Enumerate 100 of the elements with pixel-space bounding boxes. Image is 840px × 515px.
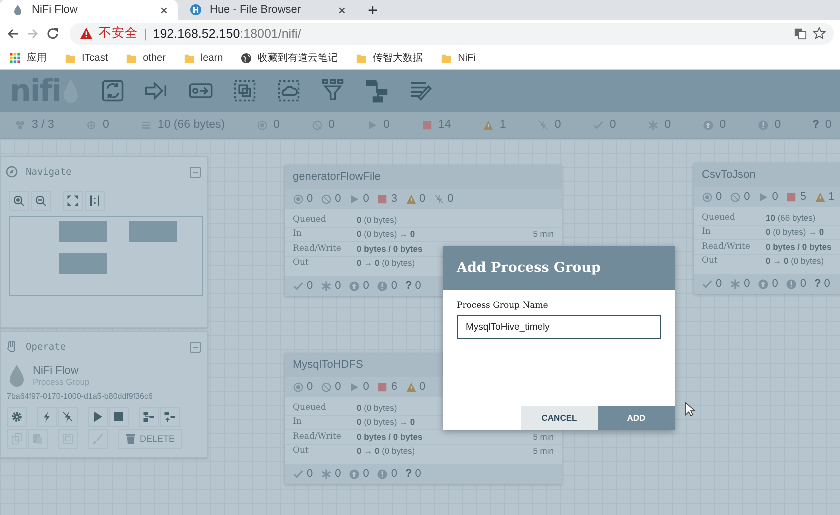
group-icon bbox=[62, 433, 74, 445]
stat-label: Out bbox=[702, 256, 719, 266]
reload-icon[interactable] bbox=[46, 26, 60, 40]
check-icon bbox=[293, 468, 304, 480]
stat-count: 0 bbox=[363, 280, 370, 292]
stat-value: 0 (0 bytes) → 0 bbox=[357, 229, 416, 240]
play-icon bbox=[92, 411, 104, 423]
status-count: 3 / 3 bbox=[32, 119, 54, 131]
stop-icon bbox=[786, 192, 798, 202]
up-arrow-icon bbox=[349, 468, 360, 480]
translate-icon[interactable] bbox=[794, 27, 807, 40]
stat-value: 0 → 0 (0 bytes) bbox=[357, 258, 416, 268]
bookmark-link[interactable]: 应用 bbox=[27, 51, 47, 65]
fit-button[interactable] bbox=[63, 191, 83, 211]
upload-template-button[interactable] bbox=[160, 407, 180, 427]
error-icon bbox=[758, 120, 769, 130]
up-arrow-icon bbox=[349, 280, 360, 292]
disabled-icon bbox=[538, 120, 549, 130]
transmitting-icon bbox=[256, 120, 268, 130]
group-title: generatorFlowFile bbox=[293, 171, 382, 183]
lightning-button[interactable] bbox=[37, 407, 57, 427]
stat-value: 0 bytes / 0 bytes bbox=[766, 242, 832, 252]
drop-icon bbox=[12, 4, 24, 16]
address-separator: | bbox=[144, 26, 148, 40]
name-input-field[interactable]: MysqlToHive_timely bbox=[457, 315, 661, 339]
status-count: 14 bbox=[438, 119, 452, 131]
template-icon[interactable] bbox=[364, 78, 390, 104]
asterisk-icon bbox=[321, 468, 332, 480]
cancel-button[interactable]: CANCEL bbox=[521, 406, 598, 430]
browser-tab[interactable]: Hue - File Browser × bbox=[178, 0, 356, 20]
bookmark-link[interactable]: ITcast bbox=[82, 52, 108, 64]
stat-count: 0 bbox=[363, 468, 370, 480]
stat-count: 0 bbox=[415, 280, 422, 292]
stat-label: Out bbox=[293, 258, 310, 268]
stat-value: 0 (0 bytes) → 0 bbox=[766, 227, 824, 238]
url-text: 192.168.52.150:18001/nifi/ bbox=[153, 26, 302, 40]
drop-icon bbox=[7, 364, 27, 388]
stat-count: 0 bbox=[335, 280, 342, 292]
bookmark-link[interactable]: learn bbox=[200, 52, 224, 64]
disable-icon bbox=[62, 411, 74, 423]
disable-button[interactable] bbox=[58, 407, 78, 427]
address-bar[interactable]: 不安全 | 192.168.52.150:18001/nifi/ bbox=[70, 22, 834, 44]
play-icon bbox=[349, 194, 360, 204]
trash-icon bbox=[125, 433, 137, 445]
gear-button[interactable] bbox=[7, 407, 27, 427]
stat-count: 1 bbox=[828, 191, 835, 203]
cluster-icon bbox=[15, 120, 26, 130]
stat-label: Out bbox=[293, 446, 310, 456]
status-count: 0 bbox=[384, 119, 390, 131]
template-button[interactable] bbox=[139, 407, 159, 427]
remote-group-icon[interactable] bbox=[276, 78, 302, 104]
processor-icon[interactable] bbox=[100, 78, 126, 104]
bookmark-link[interactable]: NiFi bbox=[458, 52, 476, 64]
error-icon bbox=[377, 468, 388, 480]
group-name: NiFi Flow bbox=[33, 365, 80, 377]
process-group-icon[interactable] bbox=[232, 78, 258, 104]
actual-size-button[interactable] bbox=[85, 191, 105, 211]
stat-value: 0 → 0 (0 bytes) bbox=[766, 256, 824, 266]
status-count: 0 bbox=[664, 119, 672, 131]
zoom-out-button[interactable] bbox=[31, 191, 51, 211]
stat-count: 0 bbox=[744, 191, 750, 203]
stat-label: Queued bbox=[702, 212, 736, 223]
back-icon[interactable] bbox=[6, 26, 20, 40]
bookmark-link[interactable]: other bbox=[143, 52, 166, 64]
stat-count: 0 bbox=[772, 278, 778, 290]
stop-button[interactable] bbox=[109, 407, 129, 427]
asterisk-icon bbox=[648, 120, 659, 130]
stat-value: 0 bytes / 0 bytes bbox=[357, 244, 423, 254]
question-icon: ? bbox=[406, 280, 412, 292]
stat-count: 0 bbox=[420, 381, 426, 393]
stat-period: 5 min bbox=[533, 446, 554, 456]
apps-icon bbox=[10, 52, 21, 64]
globe-icon bbox=[241, 52, 252, 64]
bookmark-link[interactable]: 传智大数据 bbox=[373, 51, 424, 65]
status-count: 0 bbox=[554, 119, 562, 131]
folder-icon bbox=[65, 52, 76, 64]
group-id: 7ba64f97-0170-1000-d1a5-b80ddf9f36c6 bbox=[6, 391, 154, 401]
zoom-in-button[interactable] bbox=[9, 191, 29, 211]
status-count: 1 bbox=[500, 119, 506, 131]
bookmark-link[interactable]: 收藏到有道云笔记 bbox=[258, 51, 338, 65]
not-transmitting-icon bbox=[321, 194, 332, 204]
zoom-out-icon bbox=[35, 195, 47, 207]
play-icon bbox=[349, 382, 360, 392]
warning-icon bbox=[482, 120, 494, 130]
question-icon: ? bbox=[814, 278, 822, 290]
star-icon[interactable] bbox=[813, 27, 826, 40]
stat-count: 0 bbox=[307, 381, 314, 393]
browser-tab[interactable]: NiFi Flow × bbox=[0, 0, 178, 20]
stat-count: 0 bbox=[824, 278, 830, 290]
add-button[interactable]: ADD bbox=[598, 406, 675, 430]
stat-label: Read/Write bbox=[293, 244, 342, 254]
transmitting-icon bbox=[293, 382, 304, 392]
play-button[interactable] bbox=[88, 407, 108, 427]
mouse-cursor-icon bbox=[685, 402, 695, 417]
new-tab-button[interactable]: + bbox=[364, 2, 382, 20]
disabled-icon bbox=[434, 194, 445, 204]
not-transmitting-icon bbox=[321, 382, 332, 392]
stat-count: 0 bbox=[800, 278, 806, 290]
folder-icon bbox=[441, 52, 452, 64]
stat-count: 0 bbox=[363, 193, 370, 205]
